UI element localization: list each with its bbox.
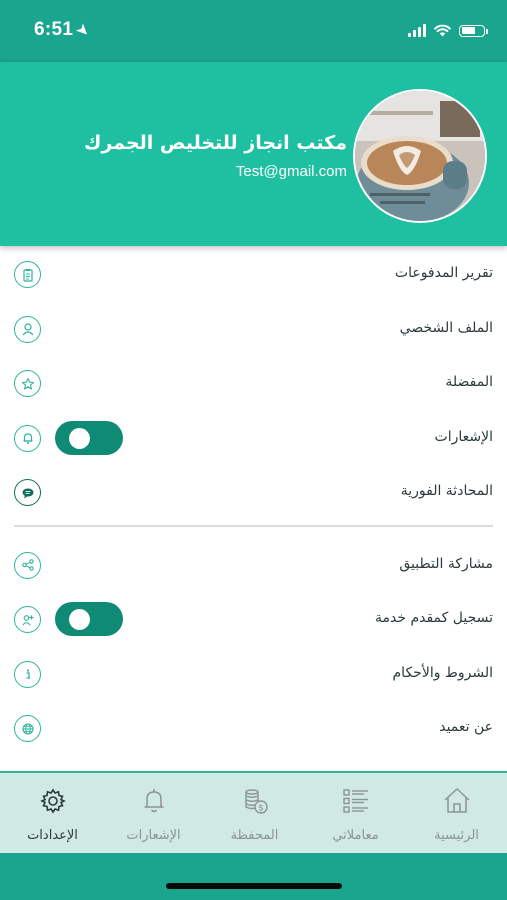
star-icon-glyph [21,377,34,390]
profile-name: مكتب انجاز للتخليص الجمرك [83,132,347,154]
tab-transactions[interactable]: معاملاتي [305,773,406,853]
menu-item-notifications[interactable]: الإشعارات [0,410,507,465]
menu-item-about[interactable]: عن تعميد [0,700,507,755]
menu-item-register-provider[interactable]: تسجيل كمقدم خدمة [0,591,507,646]
list-icon [343,789,368,813]
gear-icon [40,788,66,814]
info-icon [14,660,41,688]
tab-label-settings: الإعدادات [27,828,78,843]
globe-icon-glyph [21,722,34,735]
bell-icon [14,424,41,452]
wifi-icon [434,24,451,37]
status-icons [408,24,488,37]
menu-label-payments-report: تقرير المدفوعات [394,265,493,281]
user-plus-icon-glyph [21,614,33,625]
menu-label-about: عن تعميد [439,719,493,735]
clipboard-icon [14,261,41,288]
status-time: 6:51➤ [34,19,94,41]
menu-label-share-app: مشاركة التطبيق [399,555,493,572]
status-time-text: 6:51 [34,19,74,40]
menu-label-live-chat: المحادثة الفورية [400,483,493,499]
menu-label-register-provider: تسجيل كمقدم خدمة [374,610,493,626]
tab-label-home: الرئيسية [434,828,479,843]
user-icon [14,315,41,343]
notifications-toggle[interactable] [55,420,123,455]
avatar[interactable] [353,89,487,223]
status-bar: 6:51➤ [0,0,507,62]
star-icon [14,370,41,397]
bell-icon [144,789,164,813]
tab-label-notifications: الإشعارات [126,828,181,843]
user-plus-icon [14,606,41,633]
tab-wallet[interactable]: $ المحفظة [204,773,305,853]
menu-item-payments-report[interactable]: تقرير المدفوعات [0,246,507,301]
menu-item-terms[interactable]: الشروط والأحكام [0,646,507,701]
globe-icon [14,715,41,742]
register-provider-toggle-knob [69,609,90,630]
bottom-tab-bar: الإعدادات الإشعارات $ المحفظة معاملاتي ا… [0,771,507,853]
register-provider-toggle[interactable] [55,602,123,636]
bell-icon-glyph [23,433,32,444]
menu-item-share-app[interactable]: مشاركة التطبيق [0,537,507,592]
chat-icon-glyph [22,488,33,498]
svg-text:$: $ [258,804,264,814]
user-icon-glyph [22,323,33,336]
menu-label-profile: الملف الشخصي [399,319,493,336]
bottom-safe-area [0,853,507,900]
menu-label-notifications: الإشعارات [434,428,493,445]
menu-divider [14,524,493,527]
tab-notifications[interactable]: الإشعارات [103,773,204,853]
tab-label-wallet: المحفظة [230,828,279,843]
profile-email: Test@gmail.com [235,163,347,180]
chat-icon [14,479,41,506]
location-arrow-icon: ➤ [73,20,94,41]
share-icon [14,551,41,579]
menu-item-live-chat[interactable]: المحادثة الفورية [0,464,507,519]
home-icon [444,788,470,813]
share-icon-glyph [21,559,34,571]
settings-menu: تقرير المدفوعات الملف الشخصي المفضلة الإ… [0,246,507,755]
tab-home[interactable]: الرئيسية [406,773,507,853]
cellular-signal-icon [408,24,426,37]
home-indicator[interactable] [166,883,342,889]
clipboard-icon-glyph [22,268,33,282]
menu-item-profile[interactable]: الملف الشخصي [0,301,507,356]
tab-label-transactions: معاملاتي [332,828,379,843]
info-icon-glyph [26,669,30,679]
profile-header: مكتب انجاز للتخليص الجمرك Test@gmail.com [0,62,507,246]
menu-label-favorites: المفضلة [445,374,493,390]
menu-item-favorites[interactable]: المفضلة [0,355,507,410]
menu-label-terms: الشروط والأحكام [392,664,493,681]
tab-settings[interactable]: الإعدادات [2,773,103,853]
coins-icon: $ [245,789,268,814]
notifications-toggle-knob [69,427,90,449]
avatar-coffee-image [355,91,485,221]
battery-icon [459,24,488,37]
